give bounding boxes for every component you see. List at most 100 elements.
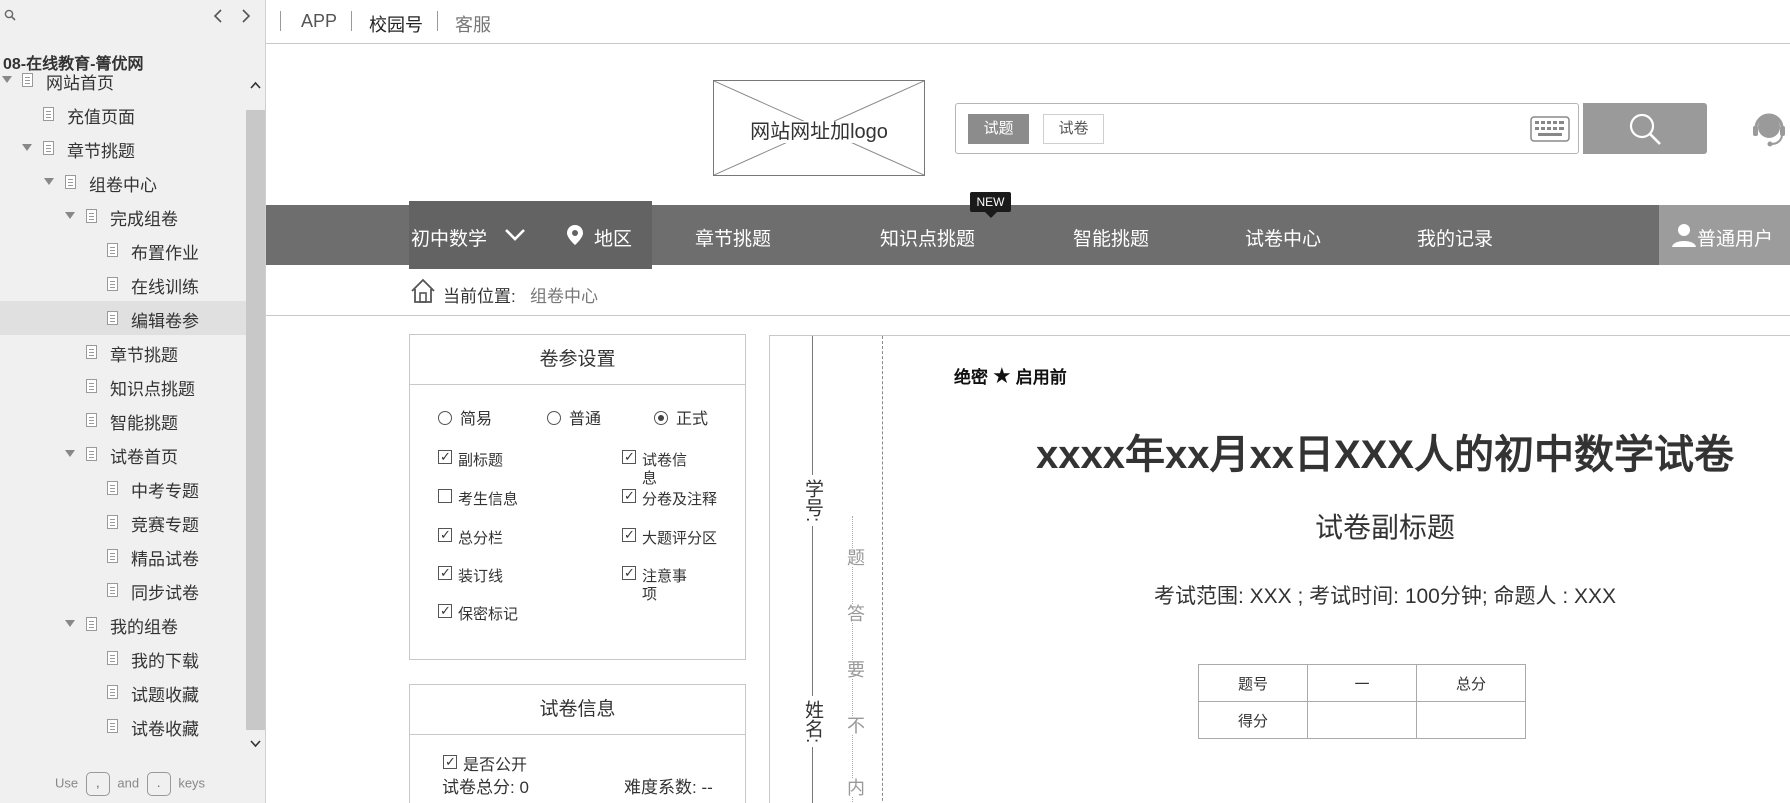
chevron-right-icon[interactable] bbox=[238, 7, 254, 25]
checkbox[interactable] bbox=[438, 564, 452, 582]
tree-item-paper-home[interactable]: 试卷首页 bbox=[0, 437, 246, 471]
checkbox[interactable] bbox=[438, 489, 452, 503]
tree-item-paper-favorites[interactable]: 试卷收藏 bbox=[0, 709, 246, 742]
table-cell: 题号 bbox=[1198, 664, 1308, 702]
breadcrumb-current[interactable]: 组卷中心 bbox=[530, 282, 598, 307]
checkbox[interactable] bbox=[438, 448, 452, 466]
tree-item-competition[interactable]: 竞赛专题 bbox=[0, 505, 246, 539]
checkbox[interactable] bbox=[622, 526, 636, 544]
region-selector[interactable]: 地区 bbox=[594, 224, 632, 251]
tree-item-edit-params[interactable]: 编辑卷参 bbox=[0, 301, 246, 335]
tree-item-assign-homework[interactable]: 布置作业 bbox=[0, 233, 246, 267]
tree-item-label: 知识点挑题 bbox=[110, 380, 195, 399]
radio-button[interactable] bbox=[547, 411, 561, 425]
nav-chapter-pick[interactable]: 章节挑题 bbox=[695, 224, 771, 251]
radio-label: 简易 bbox=[460, 411, 493, 428]
main-content: APP 校园号 客服 网站网址加logo 试题 试卷 初中数学 地区 章节挑题 … bbox=[266, 0, 1790, 803]
app-link[interactable]: APP bbox=[301, 11, 337, 32]
tree-item-label: 在线训练 bbox=[131, 278, 199, 297]
search-icon[interactable] bbox=[4, 9, 16, 21]
user-menu[interactable]: 普通用户 bbox=[1659, 205, 1790, 265]
tree-item-zhongkao[interactable]: 中考专题 bbox=[0, 471, 246, 505]
checkbox[interactable] bbox=[438, 602, 452, 620]
customer-service-link[interactable]: 客服 bbox=[455, 11, 491, 37]
table-row: 得分 bbox=[1198, 701, 1526, 739]
page-icon bbox=[107, 515, 118, 529]
collapse-arrow-icon[interactable] bbox=[65, 450, 75, 457]
checkbox-label: 大题评分区 bbox=[642, 530, 718, 547]
tree-item-finish-compose[interactable]: 完成组卷 bbox=[0, 199, 246, 233]
tree-item-question-favorites[interactable]: 试题收藏 bbox=[0, 675, 246, 709]
paper-title[interactable]: xxxx年xx月xx日XXX人的初中数学试卷 bbox=[870, 422, 1790, 480]
paper-meta-info[interactable]: 考试范围: XXX ; 考试时间: 100分钟; 命题人 : XXX bbox=[870, 580, 1790, 610]
search-input[interactable] bbox=[1116, 114, 1446, 144]
tree-item-compose-center[interactable]: 组卷中心 bbox=[0, 165, 246, 199]
checkbox[interactable] bbox=[622, 448, 636, 466]
keyboard-icon[interactable] bbox=[1530, 116, 1570, 142]
checkbox[interactable] bbox=[622, 487, 636, 505]
subject-dropdown-label[interactable]: 初中数学 bbox=[411, 224, 487, 251]
chevron-left-icon[interactable] bbox=[210, 7, 226, 25]
location-pin-icon bbox=[567, 225, 583, 245]
collapse-arrow-icon[interactable] bbox=[44, 178, 54, 185]
radio-button[interactable] bbox=[438, 411, 452, 425]
logo-label: 网站网址加logo bbox=[748, 121, 890, 143]
page-icon bbox=[107, 549, 118, 563]
customer-service-icon[interactable] bbox=[1748, 108, 1790, 150]
campus-link[interactable]: 校园号 bbox=[369, 11, 423, 37]
site-logo-placeholder[interactable]: 网站网址加logo bbox=[713, 80, 925, 176]
divider bbox=[280, 11, 281, 31]
search-bar: 试题 试卷 bbox=[955, 103, 1579, 154]
mode-normal-radio[interactable]: 普通 bbox=[547, 405, 601, 429]
search-button[interactable] bbox=[1583, 103, 1707, 154]
checkbox-label: 副标题 bbox=[458, 452, 504, 469]
tree-item-my-compose[interactable]: 我的组卷 bbox=[0, 607, 246, 641]
scrollbar-thumb[interactable] bbox=[246, 110, 265, 730]
sidebar-scrollbar[interactable] bbox=[246, 70, 265, 760]
paper-preview: 学号: 姓名: 题 答 要 不 内 绝密 ★ 启用前 xxxx年xx月xx日XXX人… bbox=[769, 335, 1790, 803]
table-cell: 一 bbox=[1307, 664, 1417, 702]
checkbox[interactable] bbox=[443, 753, 457, 771]
chevron-down-icon[interactable] bbox=[503, 225, 527, 245]
mode-formal-radio[interactable]: 正式 bbox=[654, 405, 708, 429]
checkbox[interactable] bbox=[622, 564, 636, 582]
tree-item-knowledge-pick[interactable]: 知识点挑题 bbox=[0, 369, 246, 403]
collapse-arrow-icon[interactable] bbox=[65, 620, 75, 627]
tree-item-chapter-pick-2[interactable]: 章节挑题 bbox=[0, 335, 246, 369]
tree-item-recharge[interactable]: 充值页面 bbox=[0, 97, 246, 131]
hint-text: keys bbox=[178, 775, 206, 791]
tree-item-my-downloads[interactable]: 我的下载 bbox=[0, 641, 246, 675]
tree-item-home[interactable]: 网站首页 bbox=[0, 70, 246, 97]
nav-smart-pick[interactable]: 智能挑题 bbox=[1073, 224, 1149, 251]
checkbox-label: 装订线 bbox=[458, 568, 504, 585]
tree-item-chapter-pick[interactable]: 章节挑题 bbox=[0, 131, 246, 165]
mode-simple-radio[interactable]: 简易 bbox=[438, 405, 492, 429]
checkbox-label: 注意事项 bbox=[642, 568, 688, 603]
checkbox[interactable] bbox=[438, 526, 452, 544]
search-tab-papers[interactable]: 试卷 bbox=[1043, 114, 1104, 144]
nav-knowledge-pick[interactable]: 知识点挑题 bbox=[880, 224, 975, 251]
scroll-down-icon[interactable] bbox=[250, 738, 261, 749]
collapse-arrow-icon[interactable] bbox=[2, 76, 12, 83]
breadcrumb: 当前位置: 组卷中心 bbox=[266, 270, 1790, 316]
tree-item-premium-papers[interactable]: 精品试卷 bbox=[0, 539, 246, 573]
collapse-arrow-icon[interactable] bbox=[65, 212, 75, 219]
radio-button[interactable] bbox=[654, 411, 668, 425]
nav-paper-center[interactable]: 试卷中心 bbox=[1245, 224, 1321, 251]
student-name-label: 姓名: bbox=[799, 696, 826, 748]
scroll-up-icon[interactable] bbox=[250, 80, 261, 91]
search-tab-questions[interactable]: 试题 bbox=[968, 114, 1029, 144]
collapse-arrow-icon[interactable] bbox=[22, 144, 32, 151]
paper-settings-panel: 卷参设置 简易 普通 正式 副标题 试卷信息 考生信息 分卷及注释 总分栏 大题… bbox=[409, 334, 746, 660]
nav-my-records[interactable]: 我的记录 bbox=[1417, 224, 1493, 251]
paper-subtitle[interactable]: 试卷副标题 bbox=[870, 506, 1790, 546]
tree-item-label: 我的组卷 bbox=[110, 618, 178, 637]
home-icon[interactable] bbox=[410, 278, 436, 304]
tree-item-smart-pick[interactable]: 智能挑题 bbox=[0, 403, 246, 437]
divider bbox=[437, 11, 438, 31]
tree-item-online-training[interactable]: 在线训练 bbox=[0, 267, 246, 301]
page-icon bbox=[65, 175, 76, 189]
search-icon bbox=[1629, 113, 1661, 145]
tree-item-sync-papers[interactable]: 同步试卷 bbox=[0, 573, 246, 607]
secret-mark: 绝密 ★ 启用前 bbox=[954, 363, 1067, 389]
